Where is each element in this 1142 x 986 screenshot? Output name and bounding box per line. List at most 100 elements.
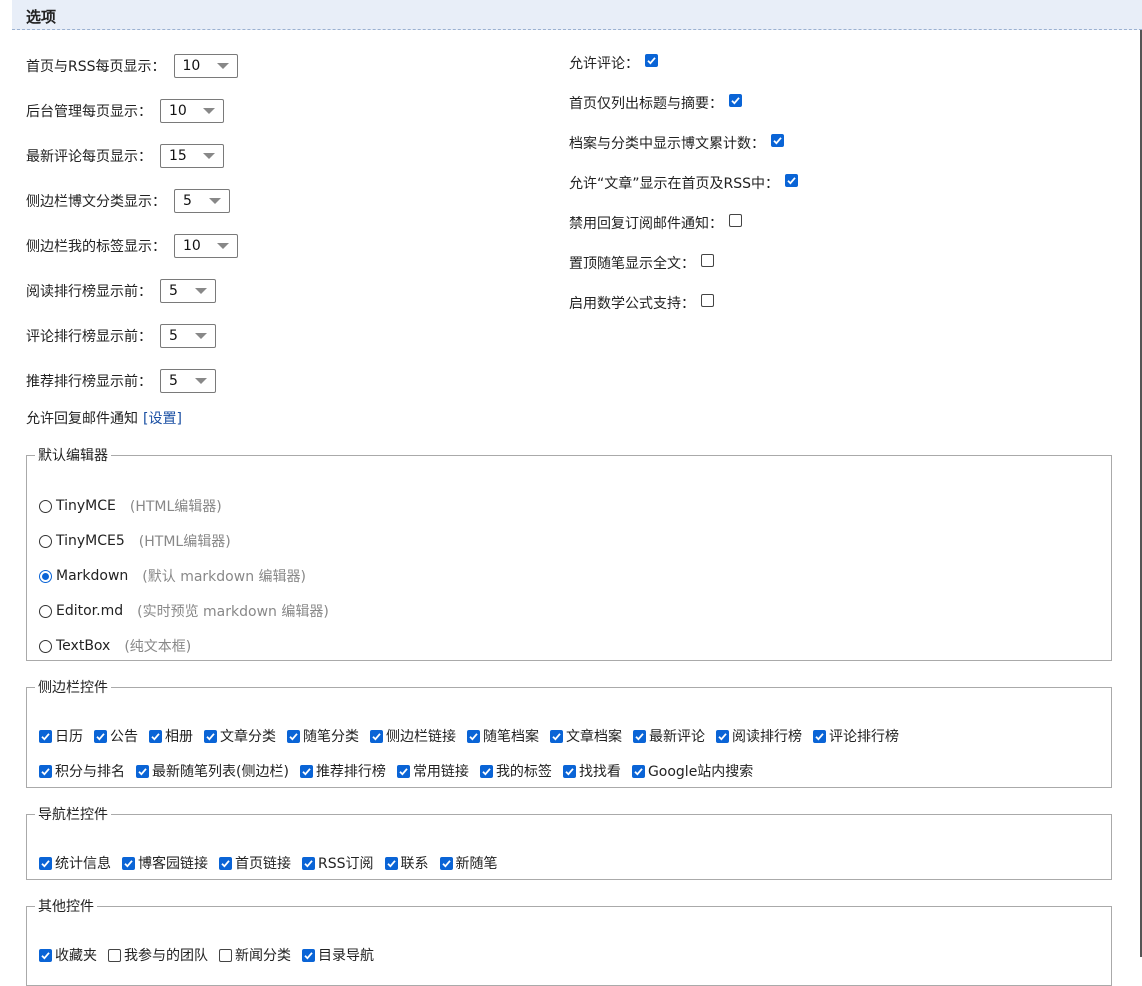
reply-notify-row: 允许回复邮件通知 [设置] [26,405,182,431]
checkbox[interactable] [396,764,410,778]
sidebar-post-archive-option[interactable]: 随笔档案 [467,726,539,746]
sidebar-categories-select[interactable]: 5 [174,189,230,213]
disable-reply-subscription-checkbox[interactable] [729,213,742,227]
sidebar-my-tags-option[interactable]: 我的标签 [479,761,552,781]
option-sidebar-categories: 侧边栏博文分类显示： 5 [26,188,230,214]
other-news-category-option[interactable]: 新闻分类 [219,945,291,965]
option-label: 随笔档案 [483,729,539,745]
sidebar-google-search-option[interactable]: Google站内搜索 [631,761,753,781]
editor-option-editormd[interactable]: Editor.md (实时预览 markdown 编辑器) [39,600,329,622]
sidebar-album-option[interactable]: 相册 [149,726,193,746]
checkbox[interactable] [467,729,480,743]
checkbox[interactable] [633,729,646,743]
other-favorites-option[interactable]: 收藏夹 [39,945,97,965]
sidebar-article-archive-option[interactable]: 文章档案 [550,726,622,746]
option-label: 侧边栏博文分类显示： [26,194,166,210]
checkbox[interactable] [813,729,826,743]
checkbox[interactable] [39,856,52,870]
pinned-full-text-checkbox[interactable] [701,253,714,267]
sidebar-tags-select[interactable]: 10 [174,234,238,258]
nav-stats-option[interactable]: 统计信息 [39,853,111,873]
select-value: 5 [169,328,178,344]
checkbox[interactable] [302,856,315,870]
radio-hint: (HTML编辑器) [138,534,231,550]
sidebar-article-category-option[interactable]: 文章分类 [204,726,276,746]
checkbox[interactable] [384,856,398,870]
checkbox[interactable] [287,729,300,743]
sidebar-recommend-ranking-option[interactable]: 推荐排行榜 [299,761,386,781]
read-ranking-select[interactable]: 5 [160,279,216,303]
radio-button[interactable] [39,639,52,653]
radio-hint: (默认 markdown 编辑器) [142,569,306,585]
articles-in-home-rss-checkbox[interactable] [785,173,799,187]
checkbox[interactable] [562,764,576,778]
nav-contact-option[interactable]: 联系 [384,853,429,873]
checkbox[interactable] [149,729,162,743]
radio-button[interactable] [39,499,52,513]
editor-option-textbox[interactable]: TextBox (纯文本框) [39,635,191,657]
sidebar-controls-group: 侧边栏控件 日历 公告 相册 文章分类 随笔分类 侧边栏链接 随笔档案 文章档案… [26,677,1112,788]
reply-notify-label: 允许回复邮件通知 [26,411,138,427]
checkbox[interactable] [39,764,52,778]
editor-option-tinymce[interactable]: TinyMCE (HTML编辑器) [39,495,222,517]
sidebar-common-links-option[interactable]: 常用链接 [396,761,469,781]
radio-button[interactable] [39,604,52,618]
select-value: 10 [182,58,201,74]
checkbox[interactable] [204,729,217,743]
editor-option-tinymce5[interactable]: TinyMCE5 (HTML编辑器) [39,530,231,552]
home-summary-only-checkbox[interactable] [729,93,742,107]
sidebar-score-rank-option[interactable]: 积分与排名 [39,761,125,781]
check-icon [773,136,782,145]
option-label: 联系 [400,856,429,872]
checkbox[interactable] [94,729,107,743]
recommend-ranking-select[interactable]: 5 [160,369,216,393]
select-value: 10 [169,103,187,119]
checkbox[interactable] [716,729,729,743]
sidebar-recent-posts-option[interactable]: 最新随笔列表(侧边栏) [136,761,289,781]
checkbox[interactable] [302,948,315,962]
other-my-teams-option[interactable]: 我参与的团队 [108,945,208,965]
sidebar-notice-option[interactable]: 公告 [94,726,138,746]
checkbox[interactable] [108,948,121,962]
checkbox[interactable] [122,856,135,870]
reply-notify-settings-link[interactable]: [设置] [143,408,182,428]
sidebar-recent-comments-option[interactable]: 最新评论 [633,726,705,746]
math-support-checkbox[interactable] [701,293,714,307]
allow-comments-checkbox[interactable] [645,53,658,67]
radio-button[interactable] [39,534,52,548]
option-label: 阅读排行榜 [732,729,802,745]
recent-comments-select[interactable]: 15 [160,144,224,168]
checkbox[interactable] [39,948,52,962]
editor-option-markdown[interactable]: Markdown (默认 markdown 编辑器) [39,565,306,587]
sidebar-read-ranking-option[interactable]: 阅读排行榜 [716,726,802,746]
nav-new-post-option[interactable]: 新随笔 [439,853,498,873]
nav-home-link-option[interactable]: 首页链接 [219,853,291,873]
checkbox[interactable] [39,729,52,743]
checkbox[interactable] [219,856,232,870]
nav-rss-option[interactable]: RSS订阅 [302,853,374,873]
checkbox[interactable] [219,948,232,962]
checkbox[interactable] [479,764,493,778]
archive-post-count-checkbox[interactable] [771,133,784,147]
checkbox[interactable] [550,729,563,743]
radio-button-selected[interactable] [39,569,52,583]
checkbox[interactable] [631,764,645,778]
other-toc-nav-option[interactable]: 目录导航 [302,945,374,965]
admin-page-size-select[interactable]: 10 [160,99,224,123]
sidebar-calendar-option[interactable]: 日历 [39,726,83,746]
checkbox[interactable] [299,764,313,778]
option-label: 新闻分类 [235,948,291,964]
nav-cnblogs-link-option[interactable]: 博客园链接 [122,853,208,873]
select-value: 5 [183,193,192,209]
checkbox[interactable] [370,729,383,743]
comment-ranking-select[interactable]: 5 [160,324,216,348]
page-size-select[interactable]: 10 [173,54,238,78]
sidebar-search-option[interactable]: 找找看 [562,761,621,781]
option-label: 评论排行榜 [829,729,899,745]
sidebar-post-category-option[interactable]: 随笔分类 [287,726,359,746]
sidebar-comment-ranking-option[interactable]: 评论排行榜 [813,726,899,746]
checkbox[interactable] [439,856,453,870]
checkbox[interactable] [136,764,149,778]
sidebar-links-option[interactable]: 侧边栏链接 [370,726,456,746]
option-comment-ranking: 评论排行榜显示前： 5 [26,323,216,349]
